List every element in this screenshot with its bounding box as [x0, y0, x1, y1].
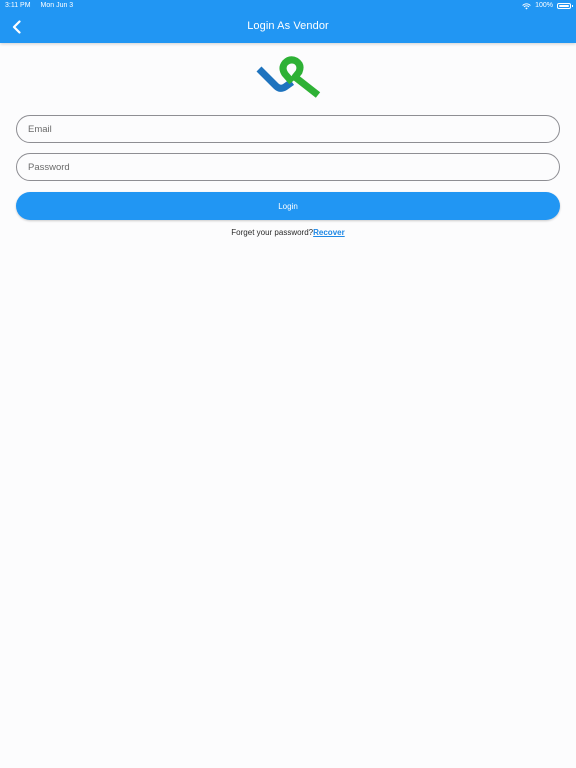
status-time: 3:11 PM: [5, 2, 31, 9]
login-button[interactable]: Login: [16, 192, 560, 220]
app-header: 3:11 PM Mon Jun 3 100% Login As Vendor: [0, 0, 576, 43]
status-right: 100%: [522, 0, 573, 12]
status-left: 3:11 PM Mon Jun 3: [5, 0, 73, 12]
wifi-icon: [522, 2, 531, 9]
email-field[interactable]: [16, 115, 560, 143]
forgot-password-text: Forget your password?: [231, 228, 314, 237]
login-screen: 3:11 PM Mon Jun 3 100% Login As Vendor E…: [0, 0, 576, 768]
battery-percent: 100%: [535, 2, 553, 9]
password-field[interactable]: [16, 153, 560, 181]
status-date: Mon Jun 3: [40, 2, 74, 9]
status-bar: 3:11 PM Mon Jun 3 100%: [0, 0, 576, 12]
forgot-password-row: Forget your password?Recover: [0, 228, 576, 237]
battery-icon: [557, 3, 573, 9]
page-title: Login As Vendor: [247, 20, 329, 32]
recover-link[interactable]: Recover: [313, 228, 345, 237]
vendor-logo: [256, 56, 321, 98]
